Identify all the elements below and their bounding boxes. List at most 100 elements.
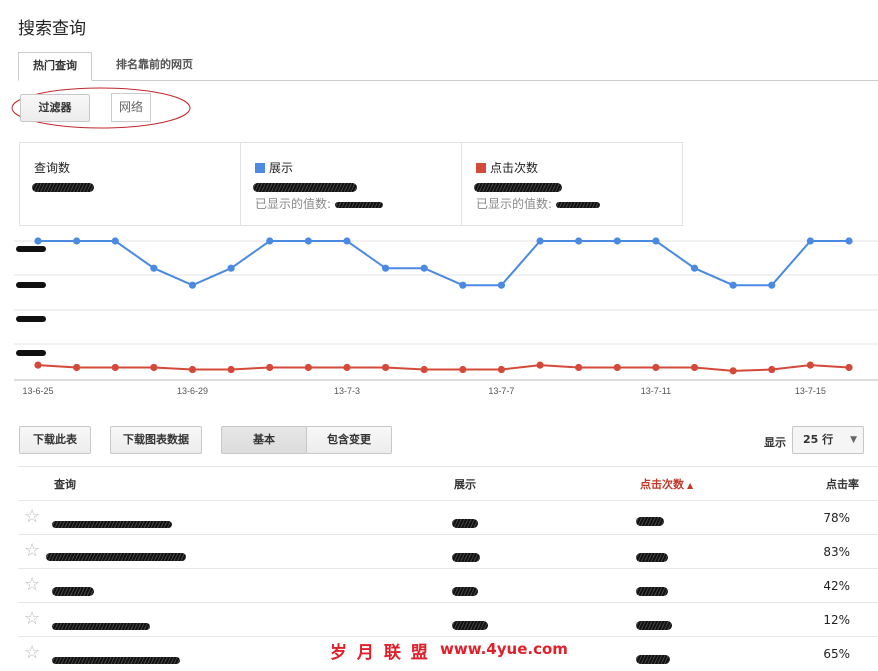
- clicks-legend-swatch: [476, 163, 486, 173]
- data-point: [459, 365, 467, 374]
- data-point: [613, 237, 621, 245]
- redacted-clicks: [636, 511, 664, 530]
- data-point: [34, 237, 42, 245]
- redacted-clicks: [636, 649, 670, 668]
- redacted-y-tick-label: [16, 316, 46, 322]
- stat-impressions-sub: 已显示的值数:: [255, 197, 332, 211]
- redacted-value: [253, 177, 357, 196]
- data-point: [304, 363, 312, 372]
- column-header-clicks[interactable]: 点击次数 ▲: [640, 476, 693, 492]
- stat-clicks-sub: 已显示的值数:: [476, 197, 553, 211]
- redacted-query: [52, 581, 94, 600]
- show-rows-label: 显示: [764, 436, 786, 449]
- data-point: [536, 361, 544, 369]
- series-line-0: [38, 240, 849, 287]
- stat-impressions-label: 展示: [269, 161, 294, 175]
- tab-bar: 热门查询 排名靠前的网页: [18, 52, 878, 81]
- column-header-ctr[interactable]: 点击率: [826, 476, 859, 492]
- redacted-clicks: [636, 547, 668, 566]
- data-point: [73, 237, 81, 245]
- star-icon[interactable]: ☆: [24, 644, 40, 662]
- data-point: [652, 237, 660, 245]
- data-point: [266, 237, 274, 245]
- tab-top-queries[interactable]: 热门查询: [18, 52, 92, 81]
- rows-per-page-value: 25 行: [803, 433, 834, 446]
- redacted-query: [52, 615, 150, 634]
- impressions-legend-swatch: [255, 163, 265, 173]
- redacted-clicks: [636, 615, 672, 634]
- data-point: [536, 237, 544, 245]
- data-point: [188, 365, 197, 374]
- data-point: [73, 363, 81, 372]
- data-point: [613, 363, 621, 372]
- ctr-value: 42%: [823, 579, 850, 593]
- data-point: [575, 237, 583, 245]
- filter-button[interactable]: 过滤器: [20, 94, 90, 122]
- stat-impressions: 展示 已显示的值数:: [240, 142, 462, 226]
- data-point: [768, 281, 776, 289]
- data-point: [845, 237, 853, 245]
- table-row: ☆ 12%: [18, 602, 878, 637]
- redacted-clicks: [636, 581, 668, 600]
- view-with-changes-button[interactable]: 包含变更: [306, 426, 392, 454]
- stat-clicks-label: 点击次数: [490, 161, 539, 175]
- chevron-down-icon: ▼: [850, 435, 857, 445]
- data-point: [266, 363, 274, 372]
- redacted-y-tick-label: [16, 246, 46, 252]
- data-point: [768, 365, 776, 374]
- data-point: [729, 281, 737, 289]
- table-row: ☆ 42%: [18, 568, 878, 603]
- star-icon[interactable]: ☆: [24, 576, 40, 594]
- redacted-impressions: [452, 547, 480, 566]
- x-tick-label: 13-6-25: [22, 386, 53, 396]
- redacted-impressions: [452, 581, 478, 600]
- stat-queries: 查询数: [19, 142, 241, 226]
- star-icon[interactable]: ☆: [24, 610, 40, 628]
- redacted-query: [52, 513, 172, 532]
- download-table-button[interactable]: 下载此表: [19, 426, 91, 454]
- star-icon[interactable]: ☆: [24, 508, 40, 526]
- tab-top-pages[interactable]: 排名靠前的网页: [102, 52, 207, 79]
- data-point: [381, 264, 390, 272]
- data-point: [497, 281, 506, 289]
- data-point: [188, 281, 197, 289]
- data-point: [34, 361, 42, 369]
- redacted-query: [46, 546, 186, 565]
- watermark-url: www.4yue.com: [440, 640, 568, 658]
- data-point: [111, 363, 119, 372]
- x-tick-label: 13-7-11: [641, 386, 671, 396]
- ctr-value: 83%: [823, 545, 850, 559]
- redacted-query: [52, 649, 180, 668]
- data-point: [343, 363, 351, 372]
- data-point: [343, 237, 351, 245]
- data-point: [690, 264, 699, 272]
- column-header-impressions[interactable]: 展示: [454, 476, 476, 492]
- data-point: [381, 363, 390, 372]
- x-tick-label: 13-7-7: [488, 386, 514, 396]
- line-chart: 13-6-25 13-6-29 13-7-3 13-7-7 13-7-11 13-7-15: [14, 237, 878, 396]
- redacted-impressions: [452, 513, 478, 532]
- redacted-y-tick-label: [16, 282, 46, 288]
- data-point: [420, 365, 428, 374]
- star-icon[interactable]: ☆: [24, 542, 40, 560]
- column-header-query[interactable]: 查询: [54, 476, 76, 492]
- table-top-divider: [18, 466, 878, 467]
- data-point: [845, 363, 853, 372]
- data-point: [304, 237, 312, 245]
- data-point: [497, 365, 506, 374]
- data-point: [227, 264, 235, 272]
- view-basic-button[interactable]: 基本: [221, 426, 307, 454]
- x-tick-label: 13-7-15: [795, 386, 826, 396]
- table-row: ☆ 78%: [18, 500, 878, 535]
- data-point: [150, 363, 158, 372]
- rows-per-page-select[interactable]: 25 行 ▼: [792, 426, 864, 454]
- x-tick-label: 13-7-3: [334, 386, 360, 396]
- filter-chip-network[interactable]: 网络: [111, 93, 151, 122]
- data-point: [420, 264, 428, 272]
- data-point: [150, 264, 158, 272]
- data-point: [806, 361, 814, 369]
- redacted-value: [474, 177, 562, 196]
- download-chart-data-button[interactable]: 下载图表数据: [110, 426, 202, 454]
- sort-ascending-icon: ▲: [687, 481, 694, 490]
- data-point: [459, 281, 467, 289]
